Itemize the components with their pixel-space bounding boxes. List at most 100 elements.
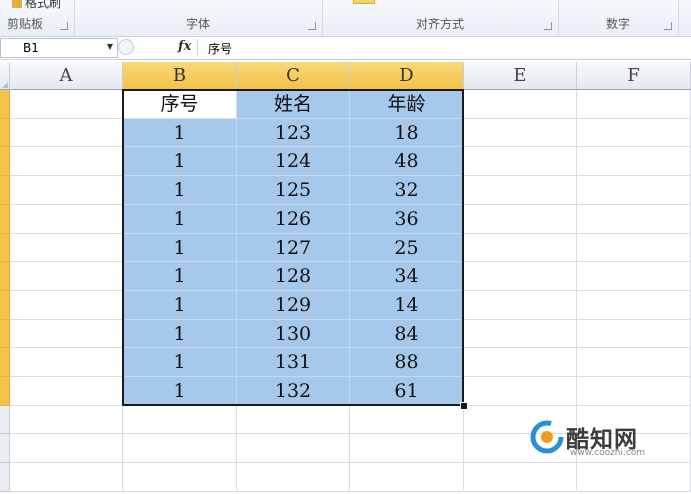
cell[interactable]: 129 (237, 291, 350, 320)
cell[interactable] (237, 434, 350, 463)
cell[interactable] (577, 291, 691, 320)
cell[interactable] (577, 147, 691, 176)
dialog-launcher-icon[interactable] (60, 22, 68, 30)
cell[interactable] (464, 176, 577, 205)
formula-input[interactable]: 序号 (208, 40, 232, 57)
row-header[interactable] (0, 377, 10, 406)
format-painter-button[interactable]: 格式刷 (12, 0, 61, 11)
row-header[interactable] (0, 147, 10, 176)
cell[interactable] (10, 147, 123, 176)
cell[interactable] (10, 377, 123, 406)
cell[interactable]: 1 (123, 205, 237, 234)
cell[interactable] (350, 406, 464, 434)
cell[interactable] (464, 234, 577, 262)
cell[interactable]: 124 (237, 147, 350, 176)
cell[interactable]: 1 (123, 147, 237, 176)
insert-function-icon[interactable]: fx (178, 39, 191, 54)
cell[interactable] (577, 320, 691, 348)
cell[interactable] (10, 234, 123, 262)
cell[interactable] (577, 377, 691, 406)
row-header[interactable] (0, 463, 10, 492)
cell[interactable] (10, 90, 123, 119)
cell[interactable] (577, 205, 691, 234)
cell[interactable] (123, 434, 237, 463)
cell[interactable] (464, 205, 577, 234)
cell[interactable] (464, 320, 577, 348)
cell[interactable] (10, 205, 123, 234)
cell[interactable]: 125 (237, 176, 350, 205)
header-cell[interactable]: 姓名 (237, 90, 350, 119)
dialog-launcher-icon[interactable] (308, 22, 316, 30)
cell[interactable] (577, 262, 691, 291)
cell[interactable] (464, 291, 577, 320)
cell[interactable] (10, 262, 123, 291)
dialog-launcher-icon[interactable] (664, 22, 672, 30)
row-header[interactable] (0, 90, 10, 119)
cell[interactable] (10, 291, 123, 320)
cell[interactable] (123, 463, 237, 492)
cell[interactable]: 123 (237, 119, 350, 147)
cell[interactable]: 1 (123, 176, 237, 205)
cell[interactable] (577, 90, 691, 119)
cell[interactable] (577, 234, 691, 262)
cell[interactable]: 84 (350, 320, 464, 348)
cell[interactable]: 1 (123, 348, 237, 377)
row-header[interactable] (0, 176, 10, 205)
column-header-c[interactable]: C (237, 62, 350, 90)
fill-handle[interactable] (460, 402, 468, 410)
cell[interactable] (10, 348, 123, 377)
cell[interactable]: 36 (350, 205, 464, 234)
cell[interactable]: 14 (350, 291, 464, 320)
row-header[interactable] (0, 406, 10, 434)
cell[interactable]: 130 (237, 320, 350, 348)
column-header-a[interactable]: A (10, 62, 123, 90)
cell[interactable]: 61 (350, 377, 464, 406)
cell[interactable]: 1 (123, 234, 237, 262)
column-header-e[interactable]: E (464, 62, 577, 90)
cell[interactable]: 1 (123, 320, 237, 348)
cell[interactable] (10, 320, 123, 348)
cell[interactable]: 32 (350, 176, 464, 205)
cell[interactable] (237, 406, 350, 434)
row-header[interactable] (0, 119, 10, 147)
cell[interactable] (237, 463, 350, 492)
cell[interactable] (464, 262, 577, 291)
cell[interactable]: 131 (237, 348, 350, 377)
select-all-button[interactable] (0, 62, 10, 90)
cell[interactable] (464, 463, 577, 492)
cell[interactable] (350, 463, 464, 492)
cell[interactable] (577, 176, 691, 205)
cell[interactable] (10, 434, 123, 463)
cell[interactable] (464, 119, 577, 147)
cell[interactable] (123, 406, 237, 434)
column-header-b[interactable]: B (123, 62, 237, 90)
column-header-f[interactable]: F (577, 62, 691, 90)
cell[interactable]: 34 (350, 262, 464, 291)
cell[interactable] (464, 377, 577, 406)
chevron-down-icon[interactable]: ▼ (107, 42, 113, 51)
row-header[interactable] (0, 348, 10, 377)
cell[interactable]: 1 (123, 119, 237, 147)
cell[interactable]: 1 (123, 377, 237, 406)
cell[interactable]: 1 (123, 262, 237, 291)
cell[interactable] (10, 119, 123, 147)
cell[interactable]: 1 (123, 291, 237, 320)
highlight-button[interactable] (353, 0, 375, 4)
expand-name-box-button[interactable] (118, 39, 134, 55)
cell[interactable]: 48 (350, 147, 464, 176)
cell[interactable] (464, 147, 577, 176)
row-header[interactable] (0, 262, 10, 291)
cell[interactable]: 88 (350, 348, 464, 377)
column-header-d[interactable]: D (350, 62, 464, 90)
cell[interactable]: 126 (237, 205, 350, 234)
cell[interactable]: 128 (237, 262, 350, 291)
cell[interactable] (464, 90, 577, 119)
cell[interactable] (350, 434, 464, 463)
cell[interactable] (577, 348, 691, 377)
cell[interactable] (10, 176, 123, 205)
cell[interactable] (577, 463, 691, 492)
cell[interactable]: 132 (237, 377, 350, 406)
cell[interactable]: 127 (237, 234, 350, 262)
name-box[interactable]: B1 ▼ (0, 38, 118, 58)
row-header[interactable] (0, 205, 10, 234)
